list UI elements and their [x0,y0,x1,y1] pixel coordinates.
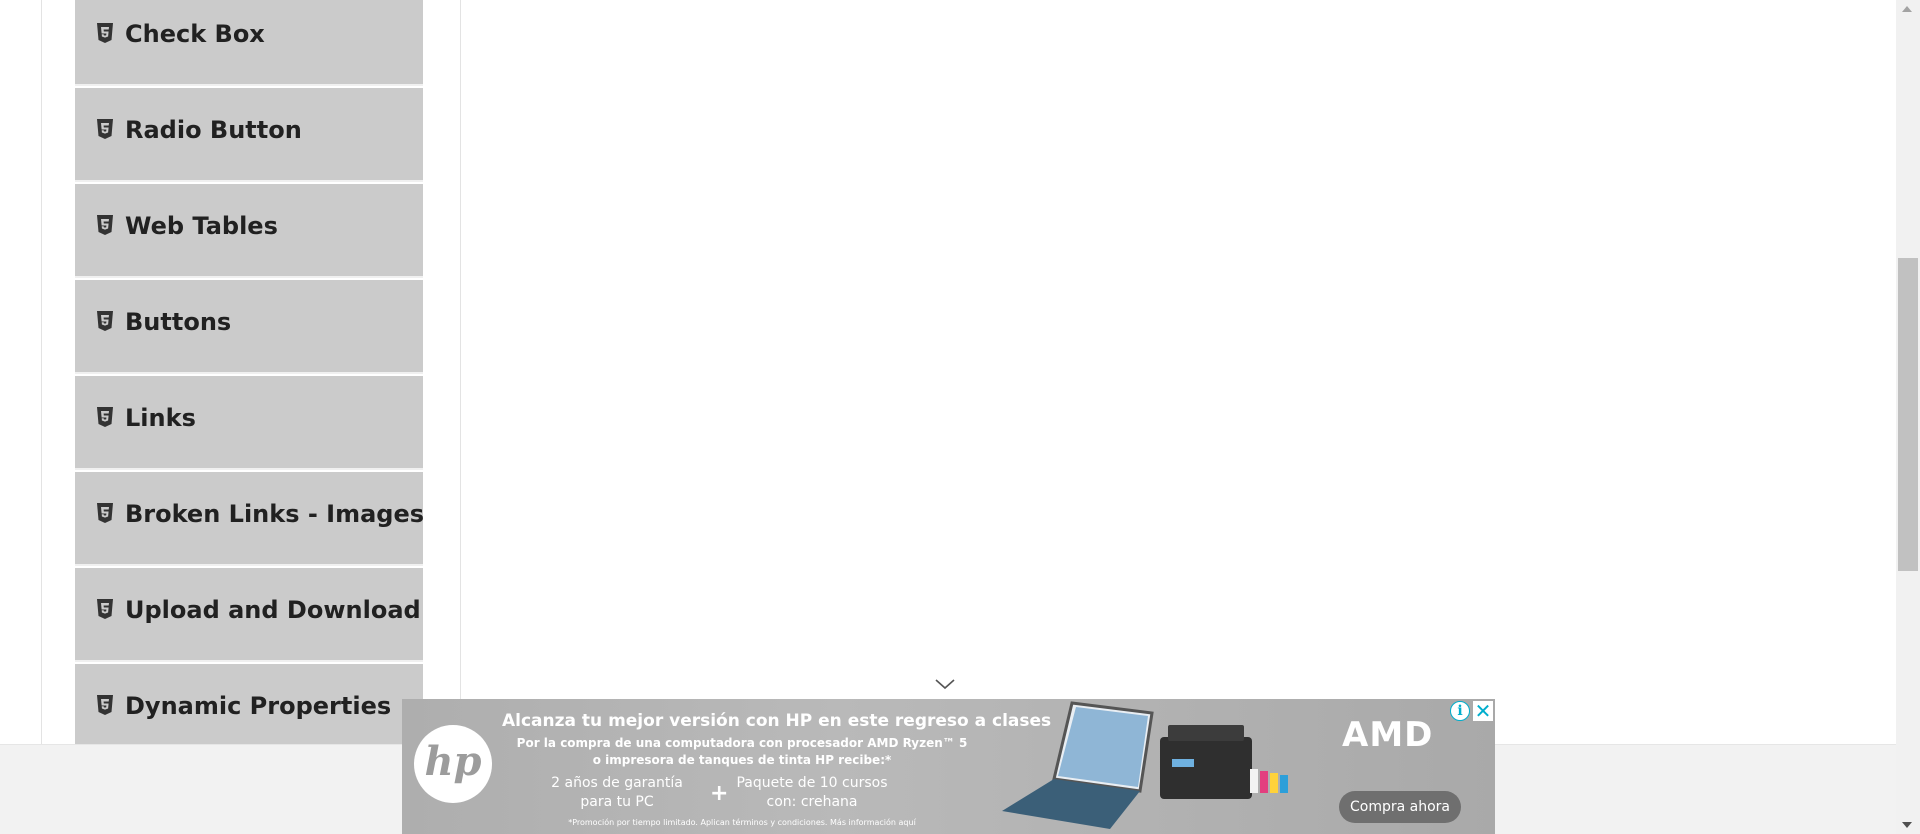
sidebar-item-label: Check Box [125,20,265,48]
html5-icon [97,311,113,331]
sidebar-item-label: Radio Button [125,116,302,144]
ad-plus-sign: + [710,781,729,806]
html5-icon [97,215,113,235]
html5-icon [97,695,113,715]
ad-warranty-line-1: 2 años de garantía [551,775,683,791]
sidebar-item-radio-button[interactable]: Radio Button [75,88,423,182]
sidebar-item-links[interactable]: Links [75,376,423,470]
sidebar-item-label: Upload and Download [125,596,421,624]
ad-legal-text: *Promoción por tiempo limitado. Aplican … [568,818,916,827]
vertical-scrollbar[interactable] [1896,0,1920,834]
html5-icon [97,503,113,523]
content-divider [460,0,461,744]
ad-headline: Alcanza tu mejor versión con HP en este … [502,711,1052,731]
html5-icon [97,407,113,427]
html5-icon [97,119,113,139]
amd-logo: AMD [1342,715,1434,755]
sidebar-item-dynamic-properties[interactable]: Dynamic Properties [75,664,423,744]
page: Check Box Radio Button Web Tables Button… [0,0,1920,834]
sidebar-item-label: Buttons [125,308,232,336]
left-border [41,0,42,744]
sidebar-item-broken-links-images[interactable]: Broken Links - Images [75,472,425,566]
info-icon[interactable]: i [1450,701,1470,721]
chevron-down-icon[interactable] [934,676,956,692]
ad-course-line-1: Paquete de 10 cursos [736,775,888,791]
sidebar-item-label: Web Tables [125,212,278,240]
laptop-printer-image [1002,701,1288,829]
sidebar-item-label: Dynamic Properties [125,692,392,720]
sidebar-item-buttons[interactable]: Buttons [75,280,423,374]
ad-subline-1: Por la compra de una computadora con pro… [516,736,968,750]
hp-logo: hp [414,725,492,803]
sidebar-item-label: Broken Links - Images [125,500,425,528]
html5-icon [97,599,113,619]
shop-now-button[interactable]: Compra ahora [1339,791,1461,823]
scroll-up-arrow-icon[interactable] [1902,6,1912,12]
close-icon[interactable]: ✕ [1473,701,1493,721]
scroll-down-arrow-icon[interactable] [1902,822,1912,828]
sidebar-item-web-tables[interactable]: Web Tables [75,184,423,278]
html5-icon [97,23,113,43]
sidebar-item-label: Links [125,404,196,432]
ad-subline-2: o impresora de tanques de tinta HP recib… [592,753,892,767]
scroll-thumb[interactable] [1898,258,1918,571]
ad-warranty-line-2: para tu PC [580,794,654,810]
sidebar-item-upload-and-download[interactable]: Upload and Download [75,568,423,662]
sidebar-item-check-box[interactable]: Check Box [75,0,423,86]
ad-course-line-2: con: crehana [766,794,858,810]
hp-advertisement-banner[interactable]: hp Alcanza tu mejor versión con HP en es… [402,699,1495,834]
